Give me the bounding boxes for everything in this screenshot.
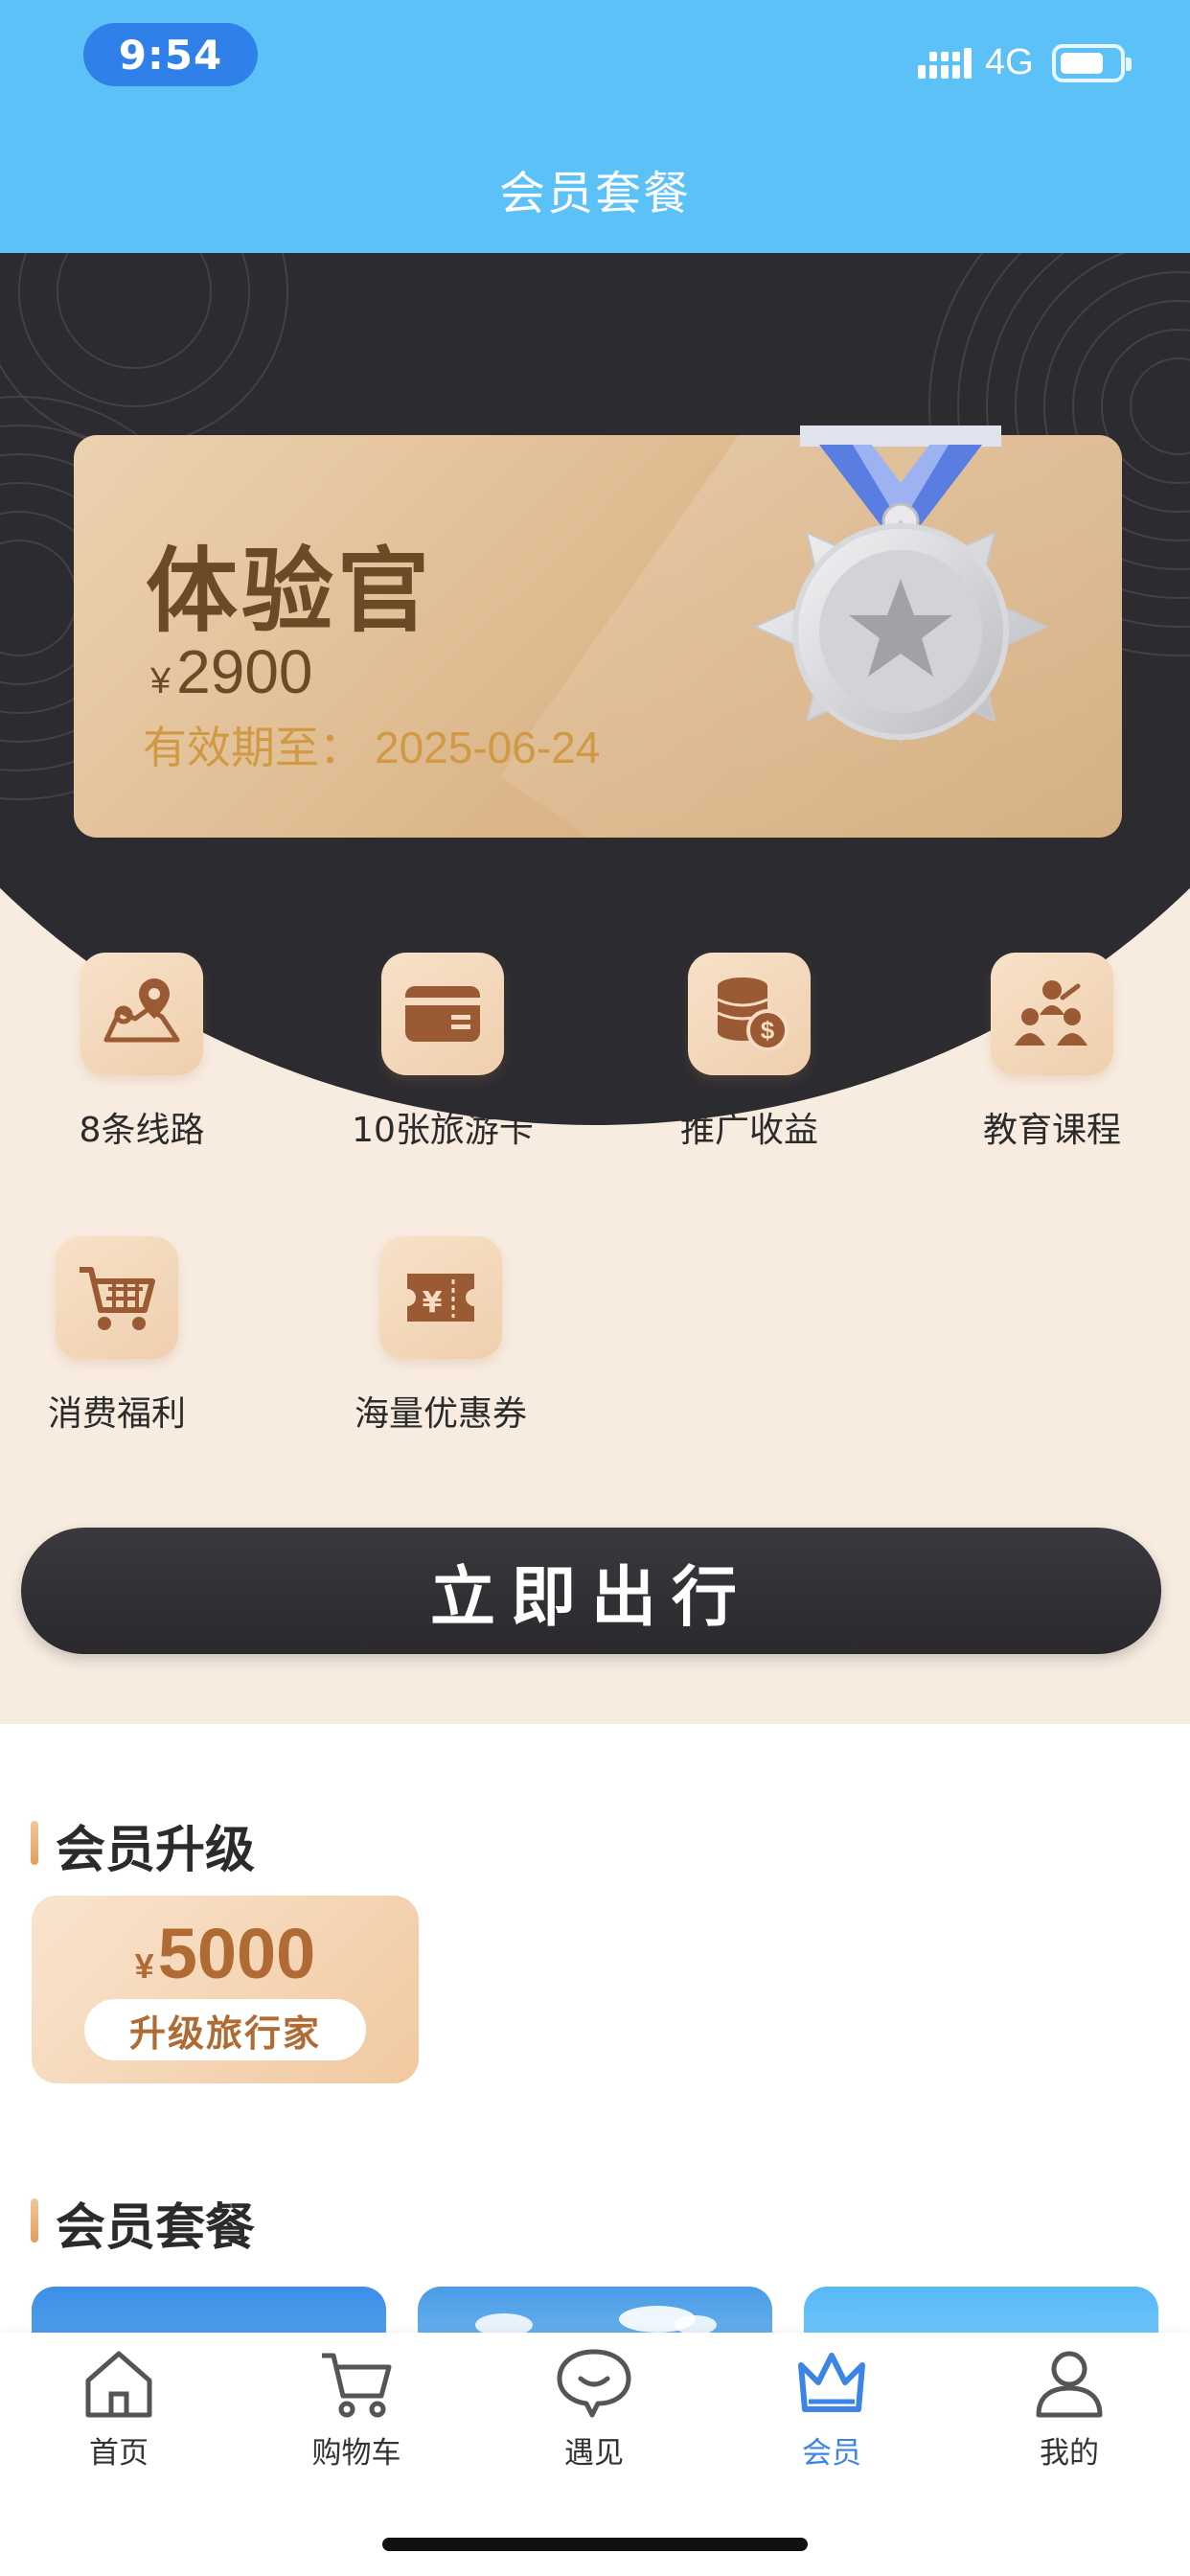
coins-income-icon: $ [688, 953, 811, 1075]
user-icon [1036, 2351, 1103, 2418]
upgrade-price: ¥5000 [32, 1913, 419, 1994]
battery-icon [1052, 44, 1132, 82]
network-type: 4G [985, 42, 1034, 82]
chat-bubble-icon [557, 2349, 631, 2418]
upgrade-price-value: 5000 [157, 1914, 316, 1993]
tab-meet[interactable]: 遇见 [475, 2346, 713, 2472]
travel-now-button[interactable]: 立即出行 [21, 1528, 1161, 1654]
currency-symbol: ¥ [150, 661, 172, 702]
upgrade-section-title: 会员升级 [31, 1809, 255, 1881]
member-price: ¥2900 [150, 636, 313, 707]
top-bar: 9:54 4G 会员套餐 [0, 0, 1190, 253]
tab-label: 我的 [1040, 2436, 1099, 2471]
tab-home[interactable]: 首页 [0, 2346, 238, 2472]
cart-icon [322, 2353, 392, 2418]
upgrade-card[interactable]: ¥5000 升级旅行家 [32, 1896, 419, 2083]
upgrade-button[interactable]: 升级旅行家 [84, 1999, 366, 2060]
benefit-promotion-income[interactable]: $ 推广收益 [634, 953, 864, 1152]
tab-label: 会员 [802, 2436, 861, 2471]
tab-label: 首页 [89, 2436, 149, 2471]
signal-icon [918, 48, 972, 79]
tab-mine[interactable]: 我的 [950, 2346, 1188, 2472]
packages-section-title: 会员套餐 [31, 2187, 255, 2259]
benefit-consumption-welfare[interactable]: 消费福利 [2, 1236, 232, 1436]
crown-icon [798, 2353, 865, 2412]
home-icon [85, 2351, 152, 2418]
benefit-label: 海量优惠券 [354, 1394, 527, 1434]
benefit-coupons[interactable]: ¥ 海量优惠券 [326, 1236, 556, 1436]
benefit-label: 消费福利 [47, 1394, 186, 1434]
page-title: 会员套餐 [498, 167, 691, 220]
benefit-label: 教育课程 [982, 1111, 1121, 1150]
benefit-travel-cards[interactable]: 10张旅游卡 [328, 953, 558, 1152]
education-class-icon [991, 953, 1113, 1075]
benefit-routes[interactable]: 8条线路 [27, 953, 257, 1152]
benefit-education[interactable]: 教育课程 [937, 953, 1167, 1152]
member-level-title: 体验官 [146, 538, 433, 645]
coupon-ticket-icon: ¥ [379, 1236, 502, 1359]
tab-cart[interactable]: 购物车 [238, 2346, 475, 2472]
currency-symbol: ¥ [134, 1946, 154, 1986]
status-time: 9:54 [83, 23, 258, 86]
validity-label: 有效期至： [143, 722, 363, 773]
membership-hero: 体验官 ¥2900 有效期至： 2025-06-24 8条线路 10张旅游卡 $… [0, 253, 1190, 1724]
tab-member[interactable]: 会员 [713, 2346, 950, 2472]
tab-label: 购物车 [311, 2436, 401, 2471]
home-indicator[interactable] [382, 2538, 808, 2551]
silver-medal-icon [752, 426, 1049, 744]
svg-text:¥: ¥ [423, 1286, 443, 1320]
travel-card-icon [381, 953, 504, 1075]
validity-date: 2025-06-24 [375, 723, 601, 772]
validity: 有效期至： 2025-06-24 [143, 713, 600, 776]
benefit-label: 8条线路 [79, 1111, 205, 1150]
price-value: 2900 [176, 637, 313, 706]
tab-label: 遇见 [564, 2436, 624, 2471]
svg-text:$: $ [761, 1016, 775, 1045]
benefit-label: 推广收益 [679, 1111, 818, 1150]
map-route-icon [80, 953, 203, 1075]
shopping-cart-icon [56, 1236, 178, 1359]
benefit-label: 10张旅游卡 [352, 1111, 534, 1150]
